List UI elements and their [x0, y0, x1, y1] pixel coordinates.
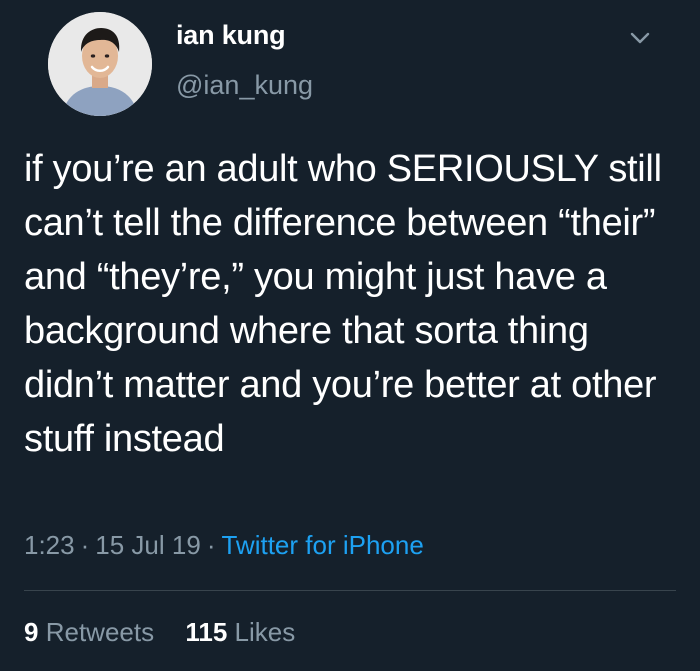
chevron-down-icon[interactable] [626, 24, 654, 52]
tweet-date[interactable]: 15 Jul 19 [95, 530, 201, 560]
avatar[interactable] [48, 12, 152, 116]
author-handle[interactable]: @ian_kung [176, 70, 313, 101]
tweet-metadata: 1:23 · 15 Jul 19 · Twitter for iPhone [24, 530, 424, 561]
likes-label: Likes [234, 617, 296, 647]
tweet-stats: 9 Retweets 115 Likes [24, 617, 295, 648]
tweet-card: ian kung @ian_kung if you’re an adult wh… [0, 0, 700, 671]
retweets-count: 9 [24, 617, 39, 647]
tweet-time[interactable]: 1:23 [24, 530, 75, 560]
divider [24, 590, 676, 591]
tweet-text: if you’re an adult who SERIOUSLY still c… [24, 148, 662, 460]
author-name[interactable]: ian kung [176, 20, 286, 51]
likes-count: 115 [185, 617, 228, 647]
meta-separator: · [206, 530, 216, 560]
retweets-label: Retweets [45, 617, 155, 647]
tweet-source-link[interactable]: Twitter for iPhone [221, 530, 423, 560]
likes-stat[interactable]: 115 Likes [185, 617, 295, 647]
meta-separator: · [80, 530, 90, 560]
retweets-stat[interactable]: 9 Retweets [24, 617, 154, 647]
avatar-image [48, 12, 152, 116]
tweet-header: ian kung @ian_kung [24, 0, 676, 130]
